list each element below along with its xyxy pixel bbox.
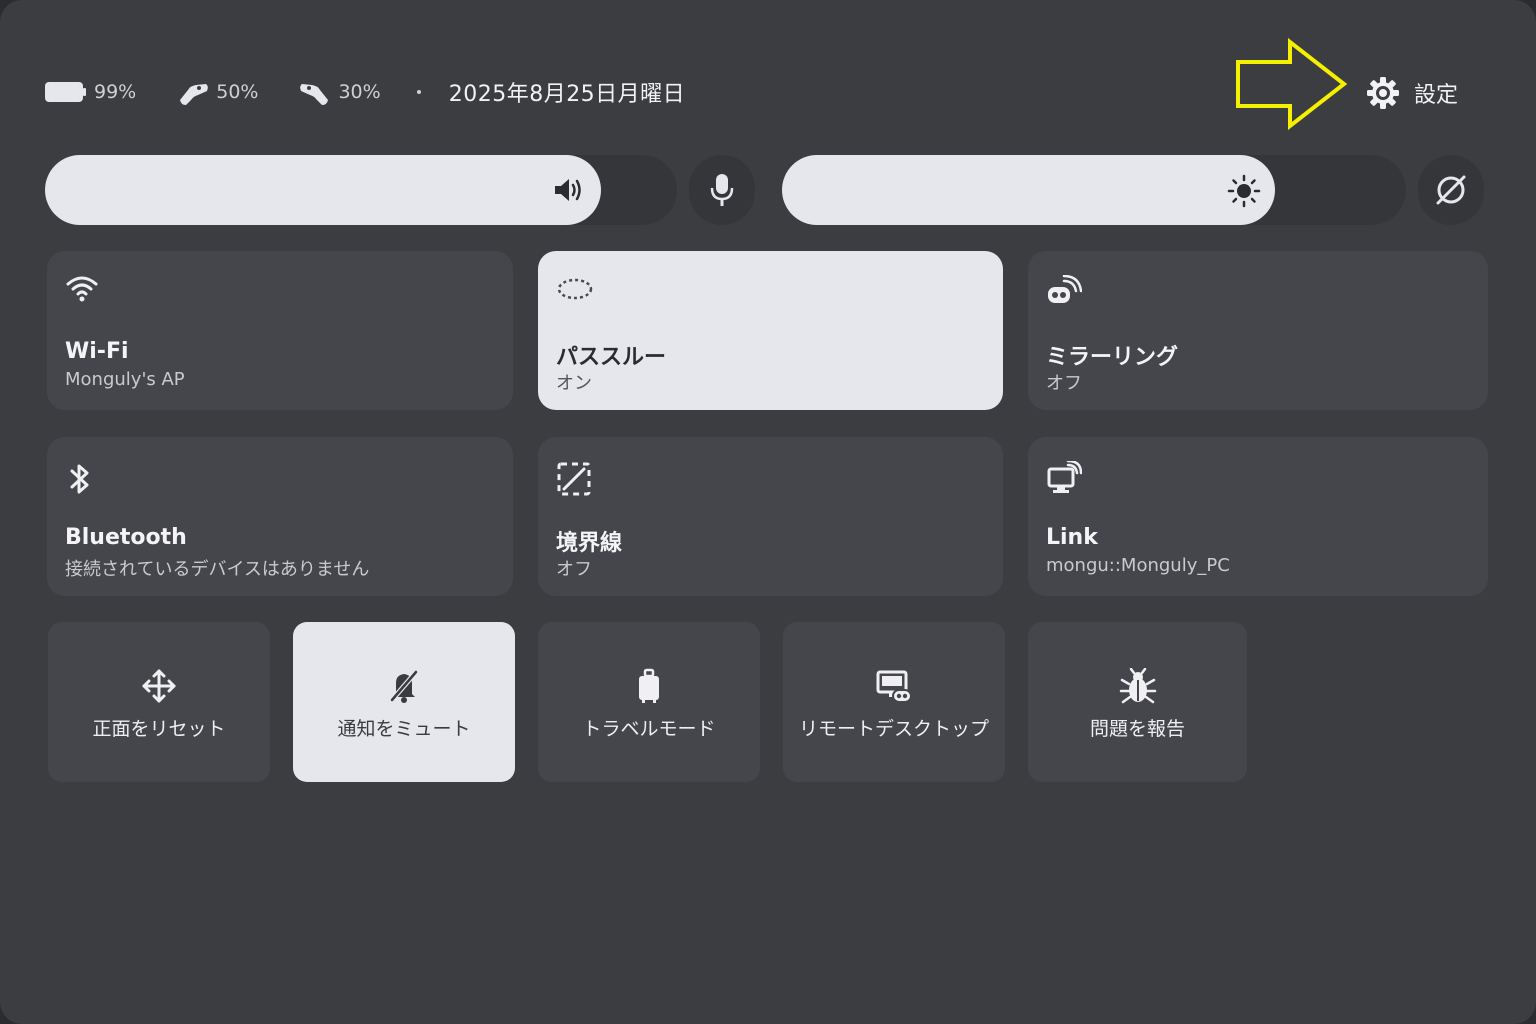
eye-off-icon [1436, 175, 1466, 205]
wifi-title: Wi-Fi [65, 339, 129, 364]
remote-desktop-button[interactable]: リモートデスクトップ [783, 622, 1005, 782]
passthrough-subtitle: オン [556, 373, 592, 394]
microphone-icon [710, 174, 734, 206]
luggage-icon [639, 668, 659, 703]
move-icon [142, 669, 176, 703]
microphone-button[interactable] [689, 155, 755, 225]
link-title: Link [1046, 525, 1098, 550]
reset-view-label: 正面をリセット [92, 718, 226, 740]
settings-button[interactable]: 設定 [1366, 72, 1458, 114]
tile-boundary[interactable]: 境界線 オフ [538, 437, 1003, 596]
boundary-subtitle: オフ [556, 559, 592, 580]
settings-label: 設定 [1414, 83, 1459, 108]
gear-icon [1367, 77, 1399, 109]
wifi-icon [66, 276, 98, 302]
left-controller-icon [180, 84, 209, 105]
status-separator [416, 90, 421, 94]
battery-icon [45, 82, 86, 102]
tile-mirroring[interactable]: ミラーリング オフ [1028, 251, 1488, 410]
bluetooth-title: Bluetooth [65, 525, 187, 550]
mute-notifications-label: 通知をミュート [337, 718, 471, 740]
left-controller-battery: 50% [176, 78, 258, 106]
bell-off-icon [390, 670, 418, 703]
headset-battery: 99% [44, 81, 136, 103]
auto-brightness-off-button[interactable] [1418, 155, 1484, 225]
bluetooth-icon [70, 464, 89, 494]
mute-notifications-button[interactable]: 通知をミュート [293, 622, 515, 782]
remote-desktop-icon [876, 670, 912, 703]
mirroring-subtitle: オフ [1046, 373, 1082, 394]
cast-icon [1048, 275, 1082, 303]
remote-desktop-label: リモートデスクトップ [798, 718, 989, 740]
passthrough-title: パススルー [556, 345, 667, 370]
right-controller-battery-text: 30% [338, 81, 381, 103]
tile-link[interactable]: Link mongu::Monguly_PC [1028, 437, 1488, 596]
headset-battery-text: 99% [94, 81, 137, 103]
left-controller-battery-text: 50% [216, 81, 259, 103]
reset-view-button[interactable]: 正面をリセット [48, 622, 270, 782]
wifi-subtitle: Monguly's AP [65, 369, 185, 390]
bluetooth-subtitle: 接続されているデバイスはありません [65, 559, 370, 580]
brightness-slider[interactable] [782, 155, 1406, 225]
report-problem-label: 問題を報告 [1089, 718, 1185, 740]
tile-passthrough[interactable]: パススルー オン [538, 251, 1003, 410]
right-controller-icon [300, 84, 329, 105]
speaker-icon [555, 179, 581, 201]
tile-wifi[interactable]: Wi-Fi Monguly's AP [47, 251, 513, 410]
boundary-icon [557, 462, 591, 496]
report-problem-button[interactable]: 問題を報告 [1028, 622, 1247, 782]
passthrough-icon [557, 278, 593, 300]
quick-settings-panel: 99% 50% 30% 2025年8月25日月曜日 設定 Wi-Fi Mongu… [0, 0, 1536, 1024]
mirroring-title: ミラーリング [1046, 345, 1179, 370]
date-text: 2025年8月25日月曜日 [448, 82, 686, 107]
travel-mode-button[interactable]: トラベルモード [538, 622, 760, 782]
brightness-slider-fill [782, 155, 1275, 225]
volume-slider-fill [45, 155, 602, 225]
right-controller-battery: 30% [298, 78, 381, 106]
bug-icon [1119, 668, 1156, 704]
link-icon [1047, 461, 1082, 493]
boundary-title: 境界線 [556, 531, 623, 556]
tile-bluetooth[interactable]: Bluetooth 接続されているデバイスはありません [47, 437, 513, 596]
brightness-icon [1227, 174, 1261, 208]
travel-mode-label: トラベルモード [582, 718, 716, 740]
volume-slider[interactable] [45, 155, 677, 225]
annotation-arrow [1236, 38, 1348, 130]
link-subtitle: mongu::Monguly_PC [1046, 555, 1230, 576]
